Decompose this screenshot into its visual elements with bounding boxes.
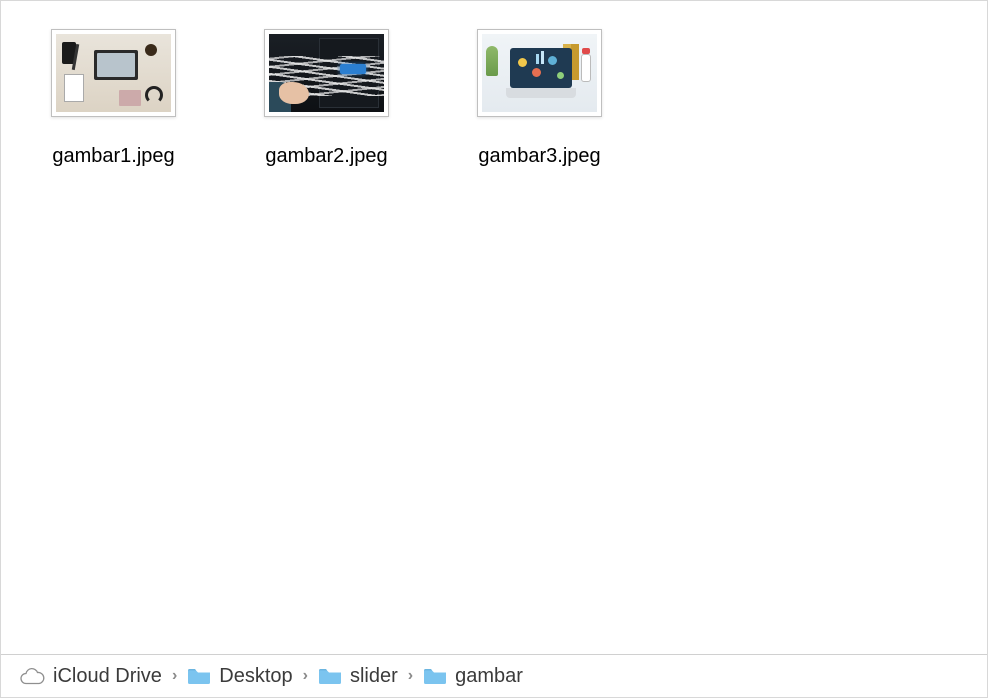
breadcrumb-label: slider <box>350 665 398 688</box>
file-item[interactable]: gambar1.jpeg <box>41 29 186 168</box>
chevron-right-icon: › <box>408 667 413 685</box>
breadcrumb-gambar[interactable]: gambar <box>423 665 523 688</box>
breadcrumb-label: Desktop <box>219 665 292 688</box>
file-thumbnail <box>51 29 176 117</box>
breadcrumb-slider[interactable]: slider <box>318 665 398 688</box>
breadcrumb-label: gambar <box>455 665 523 688</box>
file-thumbnail <box>264 29 389 117</box>
chevron-right-icon: › <box>303 667 308 685</box>
file-item[interactable]: gambar3.jpeg <box>467 29 612 168</box>
breadcrumb-icloud-drive[interactable]: iCloud Drive <box>19 665 162 688</box>
file-label: gambar2.jpeg <box>265 145 387 168</box>
path-bar: iCloud Drive › Desktop › slider › gambar <box>1 655 987 697</box>
cloud-icon <box>19 667 45 685</box>
file-item[interactable]: gambar2.jpeg <box>254 29 399 168</box>
folder-icon <box>187 667 211 685</box>
breadcrumb-desktop[interactable]: Desktop <box>187 665 292 688</box>
file-label: gambar3.jpeg <box>478 145 600 168</box>
file-thumbnail <box>477 29 602 117</box>
chevron-right-icon: › <box>172 667 177 685</box>
folder-icon <box>423 667 447 685</box>
folder-icon <box>318 667 342 685</box>
files-grid: gambar1.jpeg gambar2.jpeg <box>1 1 987 655</box>
breadcrumb-label: iCloud Drive <box>53 665 162 688</box>
file-label: gambar1.jpeg <box>52 145 174 168</box>
